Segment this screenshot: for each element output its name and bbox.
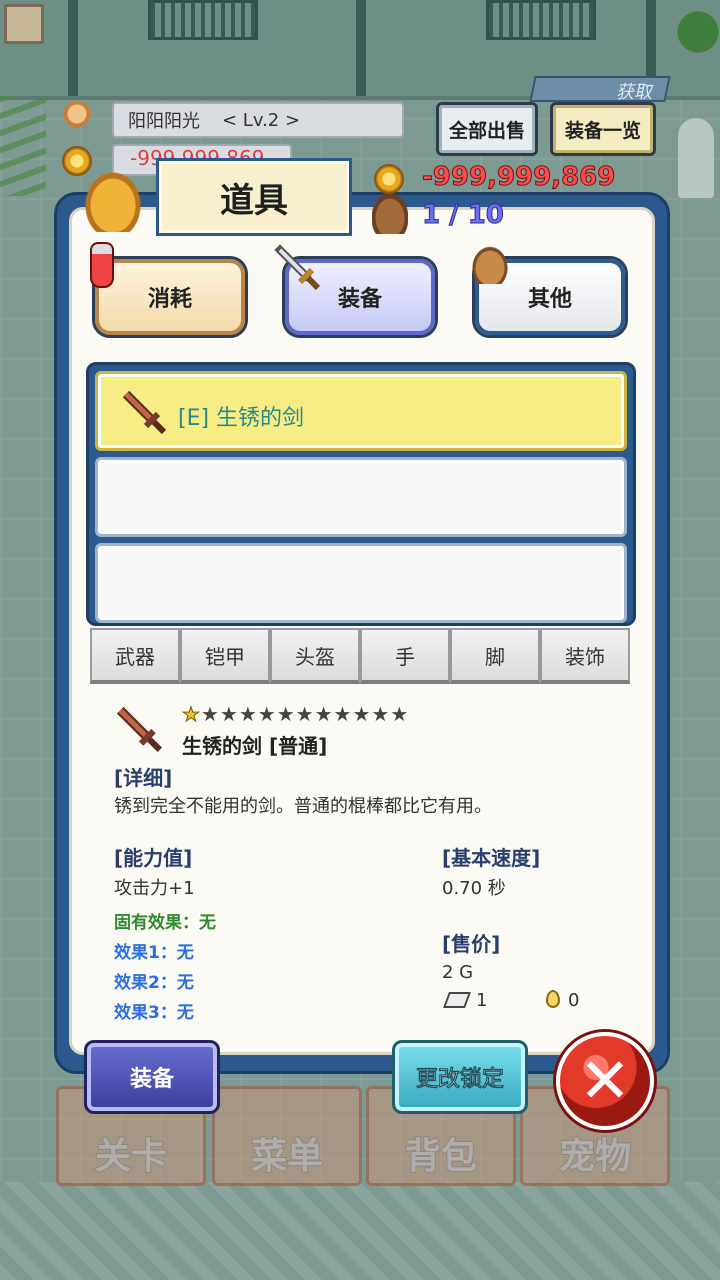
nav-backpack-label: 背包 (404, 1135, 478, 1178)
rusty-sword-icon (116, 706, 163, 753)
category-equipment-label: 装备 (337, 287, 382, 312)
sword-icon (274, 244, 321, 291)
star-empty-icon: ★ (276, 702, 296, 726)
nav-menu-button[interactable]: 菜单 (212, 1086, 362, 1186)
backpack-icon (372, 194, 408, 234)
star-empty-icon: ★ (257, 702, 277, 726)
star-filled-icon: ★ (182, 702, 201, 727)
item-name: 生锈的剑 [普通] (182, 734, 328, 758)
category-consumable-button[interactable]: 消耗 (92, 256, 248, 338)
filter-helmet-tab[interactable]: 头盔 (270, 628, 360, 684)
list-item[interactable]: [E] 生锈的剑 (95, 371, 627, 451)
bag-capacity: 1 / 10 (422, 200, 505, 231)
get-badge: 获取 (529, 76, 671, 103)
list-item[interactable] (95, 457, 627, 537)
attack-speed: 0.70 秒 (442, 878, 506, 899)
sell-price: 2 G (442, 962, 474, 983)
filter-foot-tab[interactable]: 脚 (450, 628, 540, 684)
vine-decoration (0, 96, 46, 196)
star-empty-icon: ★ (200, 702, 220, 726)
item-list: [E] 生锈的剑 (86, 362, 636, 626)
statue-decoration (678, 118, 714, 198)
stats-heading: [能力值] (114, 846, 193, 870)
gem-price: 1 (443, 990, 488, 1011)
bag-icon (470, 244, 510, 284)
drop-price: 0 (546, 990, 579, 1011)
plant-decoration (676, 0, 720, 80)
effect-3: 效果3：无 (114, 1003, 194, 1023)
filter-accessory-tab[interactable]: 装饰 (540, 628, 630, 684)
effect-1: 效果1：无 (114, 943, 194, 963)
rarity-stars: ★★★★★★★★★★★★ (182, 702, 410, 727)
gold-coin-icon (374, 164, 404, 194)
potion-icon (90, 242, 114, 288)
speed-heading: [基本速度] (442, 846, 541, 870)
lamp-post-decoration (68, 0, 78, 96)
inherent-effect: 固有效果：无 (114, 913, 216, 933)
close-button[interactable]: ✕ (556, 1032, 654, 1130)
item-description: 锈到完全不能用的剑。普通的棍棒都比它有用。 (114, 796, 492, 817)
star-empty-icon: ★ (390, 702, 410, 726)
equip-button[interactable]: 装备 (84, 1040, 220, 1114)
drop-icon (546, 990, 560, 1008)
player-name-box: 阳阳阳光 < Lv.2 > (112, 102, 404, 138)
crate-decoration (4, 4, 44, 44)
star-empty-icon: ★ (333, 702, 353, 726)
nav-menu-label: 菜单 (250, 1135, 324, 1178)
nav-stage-label: 关卡 (94, 1135, 168, 1178)
nav-pet-label: 宠物 (558, 1135, 632, 1178)
filter-weapon-tab[interactable]: 武器 (90, 628, 180, 684)
star-empty-icon: ★ (295, 702, 315, 726)
star-empty-icon: ★ (219, 702, 239, 726)
star-empty-icon: ★ (371, 702, 391, 726)
player-level: < Lv.2 > (222, 109, 301, 131)
detail-heading: [详细] (114, 766, 173, 790)
sell-all-button[interactable]: 全部出售 (436, 102, 538, 156)
panel-title: 道具 (156, 158, 352, 236)
effect-2: 效果2：无 (114, 973, 194, 993)
player-name: 阳阳阳光 (128, 111, 200, 132)
filter-armor-tab[interactable]: 铠甲 (180, 628, 270, 684)
filter-hand-tab[interactable]: 手 (360, 628, 450, 684)
star-empty-icon: ★ (238, 702, 258, 726)
lamp-post-decoration (356, 0, 366, 96)
equipment-filter-tabs: 武器 铠甲 头盔 手 脚 装饰 (90, 628, 630, 684)
drop-count: 0 (568, 990, 580, 1011)
price-heading: [售价] (442, 932, 501, 956)
change-lock-button[interactable]: 更改锁定 (392, 1040, 528, 1114)
bench-decoration (148, 0, 258, 40)
star-empty-icon: ★ (314, 702, 334, 726)
bench-decoration (486, 0, 596, 40)
gem-icon (443, 992, 471, 1008)
equipment-list-button[interactable]: 装备一览 (550, 102, 656, 156)
list-item-label: [E] 生锈的剑 (178, 406, 305, 431)
category-consumable-label: 消耗 (147, 287, 192, 312)
player-avatar (62, 102, 92, 136)
attack-stat: 攻击力+1 (114, 878, 195, 899)
close-icon: ✕ (579, 1044, 631, 1117)
rusty-sword-icon (122, 390, 167, 435)
star-empty-icon: ★ (352, 702, 372, 726)
gem-count: 1 (476, 990, 488, 1011)
item-sack-icon (80, 166, 146, 232)
category-other-label: 其他 (527, 287, 572, 312)
background-floor (0, 1182, 720, 1280)
list-item[interactable] (95, 543, 627, 623)
gold-amount: -999,999,869 (421, 162, 616, 193)
